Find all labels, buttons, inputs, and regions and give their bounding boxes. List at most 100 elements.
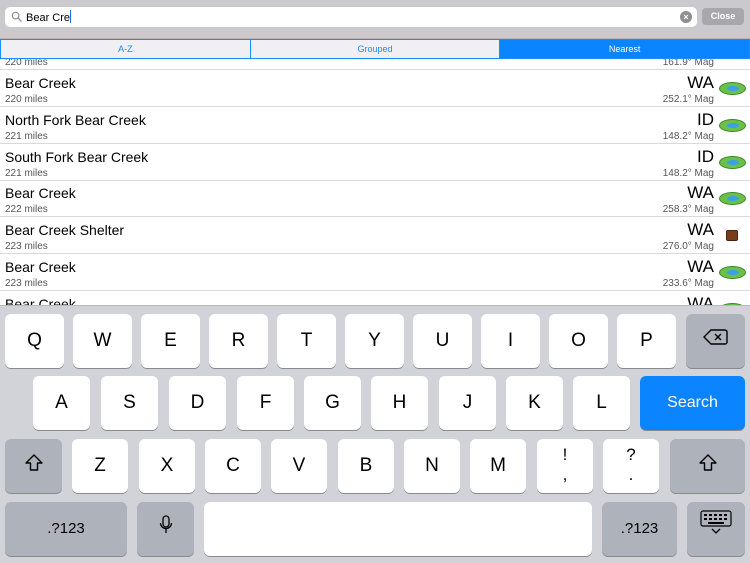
key-p[interactable]: P (617, 314, 676, 368)
result-type (719, 119, 746, 132)
result-state: WA (687, 294, 714, 306)
result-state: WA (687, 257, 714, 276)
result-distance: 220 miles (5, 94, 48, 105)
result-distance: 222 miles (5, 204, 48, 215)
result-type (726, 229, 746, 241)
microphone-icon (159, 502, 173, 556)
result-bearing: 258.3° Mag (662, 204, 714, 215)
numbers-key-right[interactable]: .?123 (602, 502, 677, 556)
key-o[interactable]: O (549, 314, 608, 368)
key-e[interactable]: E (141, 314, 200, 368)
backspace-key[interactable] (686, 314, 745, 368)
result-bearing: 161.9° Mag (662, 59, 714, 68)
key-m[interactable]: M (470, 439, 526, 493)
list-item[interactable]: South Fork Bear Creek 221 miles ID 148.2° M… (0, 144, 750, 181)
key-t[interactable]: T (277, 314, 336, 368)
key-question-period-bottom: . (628, 465, 634, 484)
key-k[interactable]: K (506, 376, 563, 430)
result-bearing: 276.0° Mag (662, 241, 714, 252)
result-name: North Fork Bear Creek (5, 112, 146, 128)
result-name: South Fork Bear Creek (5, 149, 149, 165)
lake-icon (719, 119, 746, 132)
search-input[interactable]: Bear Cre (26, 10, 72, 25)
key-z[interactable]: Z (72, 439, 128, 493)
key-g[interactable]: G (304, 376, 361, 430)
key-x[interactable]: X (139, 439, 195, 493)
key-c[interactable]: C (205, 439, 261, 493)
key-y[interactable]: Y (345, 314, 404, 368)
result-distance: 221 miles (5, 131, 48, 142)
key-u[interactable]: U (413, 314, 472, 368)
key-j[interactable]: J (439, 376, 496, 430)
result-state: WA (687, 220, 714, 239)
key-exclaim-comma-bottom: , (562, 465, 568, 484)
key-i[interactable]: I (481, 314, 540, 368)
result-bearing: 233.6° Mag (662, 278, 714, 289)
results-list[interactable]: 220 miles 161.9° Mag Bear Creek 220 miles WA… (0, 59, 750, 305)
list-item[interactable]: Bear Creek 220 miles WA 252.1° Mag (0, 70, 750, 107)
hide-keyboard-key[interactable] (687, 502, 745, 556)
result-distance: 221 miles (5, 168, 48, 179)
list-item[interactable]: 220 miles 161.9° Mag (0, 59, 750, 70)
search-field[interactable]: Bear Cre × (5, 7, 697, 27)
result-type (719, 192, 746, 205)
list-item[interactable]: Bear Creek 222 miles WA 258.3° Mag (0, 180, 750, 217)
result-bearing: 148.2° Mag (662, 131, 714, 142)
result-state: WA (687, 183, 714, 202)
key-exclaim-comma[interactable]: !, (537, 439, 593, 493)
numbers-key-left[interactable]: .?123 (5, 502, 127, 556)
result-name: Bear Creek (5, 185, 76, 201)
result-state: ID (697, 110, 714, 129)
tab-az[interactable]: A-Z (1, 40, 251, 58)
result-name: Bear Creek (5, 296, 76, 305)
lake-icon (719, 156, 746, 169)
key-q[interactable]: Q (5, 314, 64, 368)
key-a[interactable]: A (33, 376, 90, 430)
list-item[interactable]: Bear Creek Shelter 223 miles WA 276.0° Mag (0, 217, 750, 254)
key-h[interactable]: H (371, 376, 428, 430)
result-name: Bear Creek (5, 259, 76, 275)
search-key[interactable]: Search (640, 376, 745, 430)
result-distance: 223 miles (5, 278, 48, 289)
keyboard: Q W E R T Y U I O P A S D F G H J K L Search Z X C V B N M!,?. .?12… (0, 305, 750, 563)
result-distance: 223 miles (5, 241, 48, 252)
key-question-period[interactable]: ?. (603, 439, 659, 493)
text-caret (70, 10, 72, 23)
result-name: Bear Creek (5, 75, 76, 91)
shift-key-left[interactable] (5, 439, 62, 493)
search-icon (11, 11, 22, 22)
key-f[interactable]: F (237, 376, 294, 430)
key-d[interactable]: D (169, 376, 226, 430)
list-item[interactable]: Bear Creek WA (0, 291, 750, 305)
close-button[interactable]: Close (702, 8, 744, 25)
shift-key-right[interactable] (670, 439, 745, 493)
result-type (719, 156, 746, 169)
shift-icon (698, 439, 717, 493)
key-r[interactable]: R (209, 314, 268, 368)
result-name: Bear Creek Shelter (5, 222, 125, 238)
key-l[interactable]: L (573, 376, 630, 430)
key-s[interactable]: S (101, 376, 158, 430)
lake-icon (719, 266, 746, 279)
clear-icon[interactable]: × (680, 11, 692, 23)
tab-grouped[interactable]: Grouped (250, 40, 501, 58)
key-exclaim-comma-label: !, (537, 439, 593, 485)
list-item[interactable]: Bear Creek 223 miles WA 233.6° Mag (0, 254, 750, 291)
shift-icon (24, 439, 43, 493)
search-bar: Bear Cre × Close (0, 0, 750, 39)
dictation-key[interactable] (137, 502, 194, 556)
list-item[interactable]: North Fork Bear Creek 221 miles ID 148.2° M… (0, 107, 750, 144)
key-question-period-label: ?. (603, 439, 659, 485)
key-v[interactable]: V (271, 439, 327, 493)
key-n[interactable]: N (404, 439, 460, 493)
key-w[interactable]: W (73, 314, 132, 368)
key-question-period-top: ? (626, 445, 636, 464)
result-state: ID (697, 147, 714, 166)
shelter-icon (726, 230, 738, 241)
lake-icon (719, 82, 746, 95)
lake-icon (719, 192, 746, 205)
key-b[interactable]: B (338, 439, 394, 493)
tab-nearest[interactable]: Nearest (500, 40, 750, 58)
space-key[interactable] (204, 502, 592, 556)
search-input-value: Bear Cre (26, 12, 71, 24)
